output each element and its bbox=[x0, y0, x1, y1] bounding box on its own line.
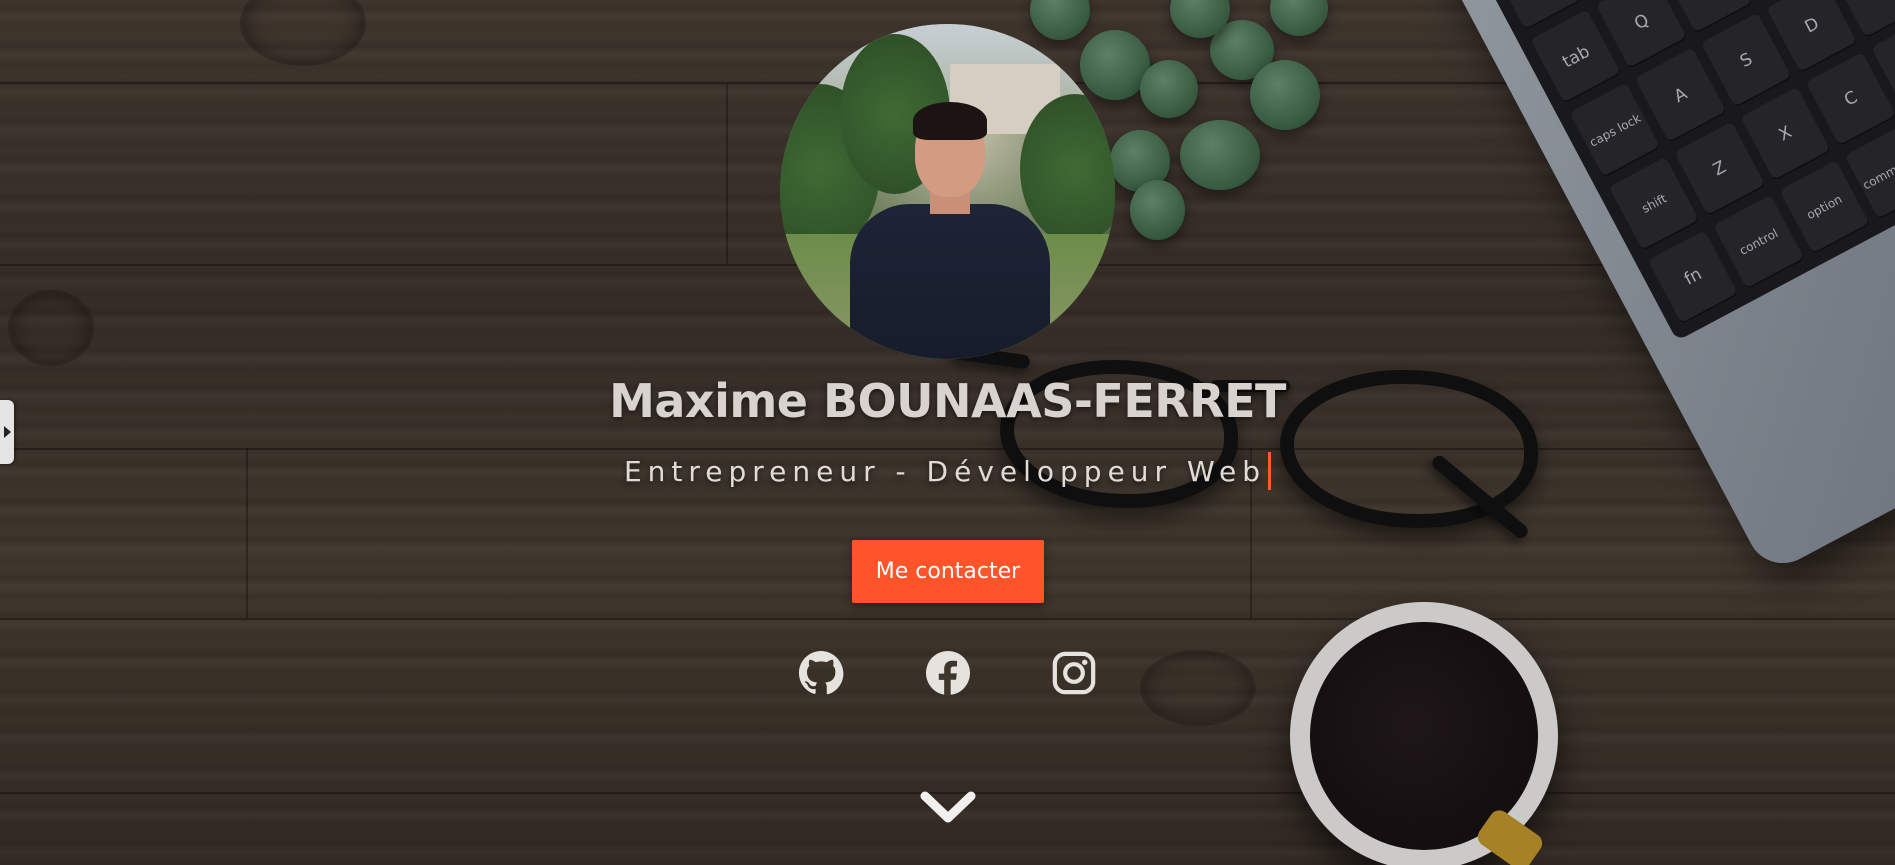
instagram-link[interactable] bbox=[1051, 650, 1097, 696]
social-links bbox=[0, 650, 1895, 698]
arrow-right-icon bbox=[3, 426, 11, 438]
typing-cursor bbox=[1268, 452, 1272, 490]
facebook-link[interactable] bbox=[925, 650, 971, 696]
side-panel-toggle[interactable] bbox=[0, 400, 14, 464]
profile-avatar bbox=[780, 24, 1115, 359]
profile-tagline: Entrepreneur - Développeur Web bbox=[623, 454, 1267, 488]
contact-button[interactable]: Me contacter bbox=[852, 540, 1044, 603]
profile-name: Maxime BOUNAAS-FERRET bbox=[609, 374, 1286, 428]
github-link[interactable] bbox=[798, 650, 844, 696]
instagram-icon bbox=[1052, 651, 1096, 695]
facebook-icon bbox=[925, 650, 971, 696]
hero-section: ~!@#$%tabQWERTcaps lockASDFGshiftZXCVBfn… bbox=[0, 0, 1895, 865]
chevron-down-icon bbox=[920, 791, 976, 823]
scroll-down-button[interactable] bbox=[919, 788, 977, 826]
github-icon bbox=[798, 650, 844, 695]
tagline-container: Entrepreneur - Développeur Web bbox=[0, 452, 1895, 490]
